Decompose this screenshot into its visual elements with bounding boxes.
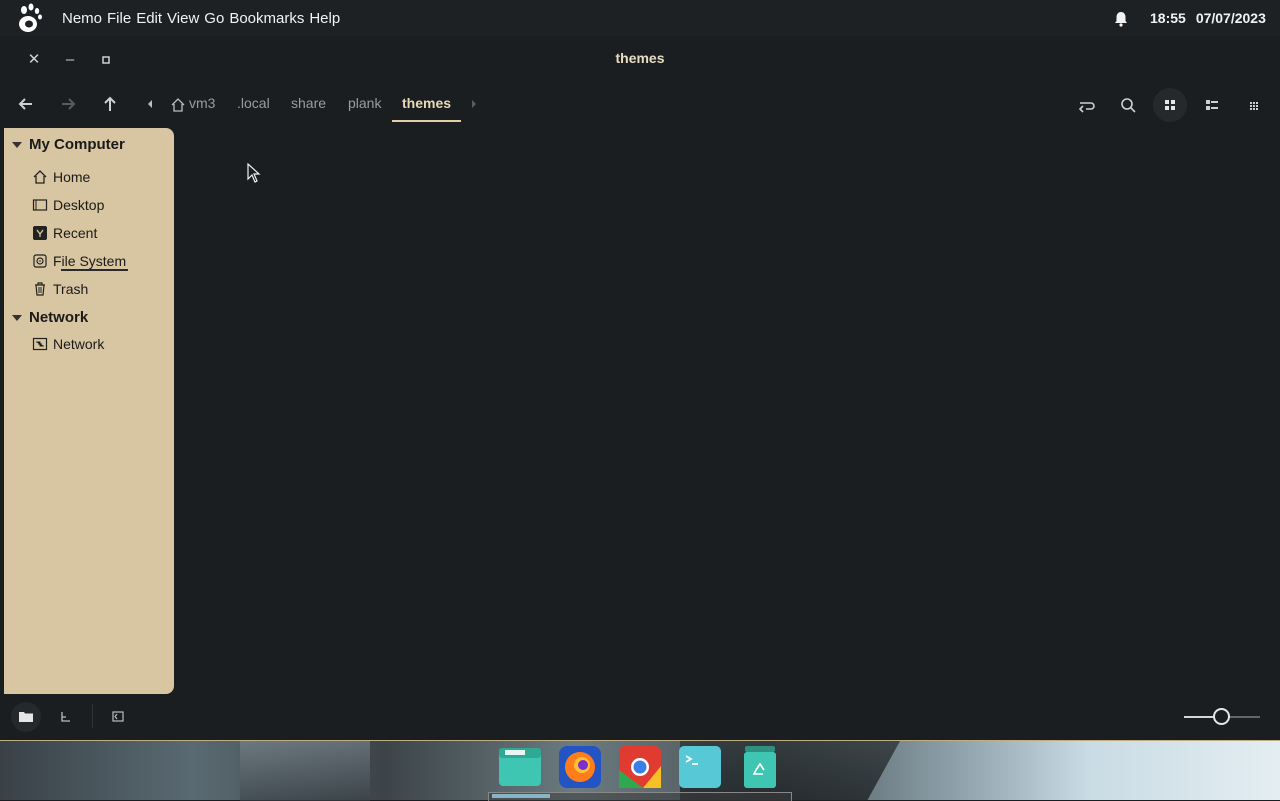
menu-edit[interactable]: Edit [136,10,162,27]
compact-view-icon[interactable] [1242,93,1266,117]
search-icon[interactable] [1116,93,1140,117]
bell-icon[interactable] [1112,10,1130,28]
breadcrumb-plank[interactable]: plank [348,95,381,111]
sidebar-item-network[interactable]: Network [32,336,104,352]
up-arrow-icon[interactable] [98,92,122,116]
terminal-icon[interactable] [677,744,723,790]
menu-bookmarks[interactable]: Bookmarks [229,10,304,27]
sidebar-toggle-icon [112,711,124,722]
trash-bin-icon[interactable] [737,744,783,790]
folder-icon [19,712,33,722]
statusbar [0,694,1280,740]
back-arrow-icon[interactable] [14,92,38,116]
separator [92,704,93,728]
files-icon[interactable] [497,744,543,790]
breadcrumb-vm3[interactable]: vm3 [189,95,215,111]
active-breadcrumb-indicator [392,120,461,122]
sidebar-item-recent[interactable]: Recent [32,225,97,241]
clock-time: 18:55 [1150,10,1186,26]
clock[interactable]: 18:55 07/07/2023 [1150,0,1266,36]
breadcrumb-themes[interactable]: themes [402,95,451,111]
desktop-wallpaper [0,740,1280,801]
home-icon [171,98,185,112]
trash-icon [35,282,45,296]
sidebar-item-label: Network [53,336,105,352]
sidebar-item-label: Desktop [53,197,105,213]
gnome-foot-icon[interactable] [14,2,44,34]
toggle-location-icon[interactable] [1074,93,1098,117]
menu-go[interactable]: Go [204,10,224,27]
show-places-button[interactable] [11,702,41,732]
breadcrumb-scroll-right-icon[interactable] [462,92,486,116]
desktop-icon [32,199,48,211]
network-icon [32,337,48,351]
window-title: themes [615,50,665,66]
menu-view[interactable]: View [167,10,199,27]
section-network[interactable]: Network [12,309,88,326]
tree-icon [61,712,70,722]
breadcrumb-scroll-left-icon[interactable] [138,92,162,116]
firefox-icon[interactable] [557,744,603,790]
forward-arrow-icon[interactable] [56,92,80,116]
app-name[interactable]: Nemo [62,10,102,27]
section-my-computer[interactable]: My Computer [12,136,125,153]
sidebar-item-home[interactable]: Home [32,169,90,185]
menu-file[interactable]: File [107,10,131,27]
menu-help[interactable]: Help [309,10,340,27]
sidebar-item-trash[interactable]: Trash [32,281,88,297]
file-manager-window: ✕ – themes vm3 .local share plank themes [0,36,1280,740]
breadcrumb-share[interactable]: share [291,95,326,111]
sidebar-item-file-system[interactable]: File System [32,253,126,269]
mouse-cursor-icon [247,163,261,183]
wallpaper-cliff [240,741,370,801]
grid-icon [1165,100,1175,110]
section-my-computer-label: My Computer [29,136,125,153]
focus-indicator [61,269,128,271]
sidebar-item-label: Recent [53,225,98,241]
show-treeview-button[interactable] [51,702,81,732]
sidebar-item-desktop[interactable]: Desktop [32,197,104,213]
sidebar: My Computer Home Desktop Recent File Sys… [4,128,174,694]
icon-view-button[interactable] [1153,88,1187,122]
section-network-label: Network [29,309,89,326]
collapse-triangle-icon [12,142,22,149]
sidebar-item-label: Trash [53,281,89,297]
chrome-icon[interactable] [617,744,663,790]
dock-active-indicator [492,794,550,798]
breadcrumb-local[interactable]: .local [237,95,270,111]
home-icon [33,170,47,184]
app-menu: Nemo File Edit View Go Bookmarks Help [62,0,345,36]
sidebar-item-label: File System [53,253,127,269]
recent-icon [33,226,47,240]
toggle-sidebar-button[interactable] [103,702,133,732]
file-view-area[interactable] [178,128,1280,694]
sidebar-item-label: Home [53,169,91,185]
drive-icon [33,254,47,268]
top-panel: Nemo File Edit View Go Bookmarks Help 18… [0,0,1280,36]
titlebar: ✕ – themes [0,36,1280,84]
zoom-slider-handle[interactable] [1213,708,1230,725]
list-view-icon[interactable] [1200,93,1224,117]
clock-date: 07/07/2023 [1195,10,1266,26]
toolbar: vm3 .local share plank themes [0,84,1280,126]
collapse-triangle-icon [12,315,22,322]
